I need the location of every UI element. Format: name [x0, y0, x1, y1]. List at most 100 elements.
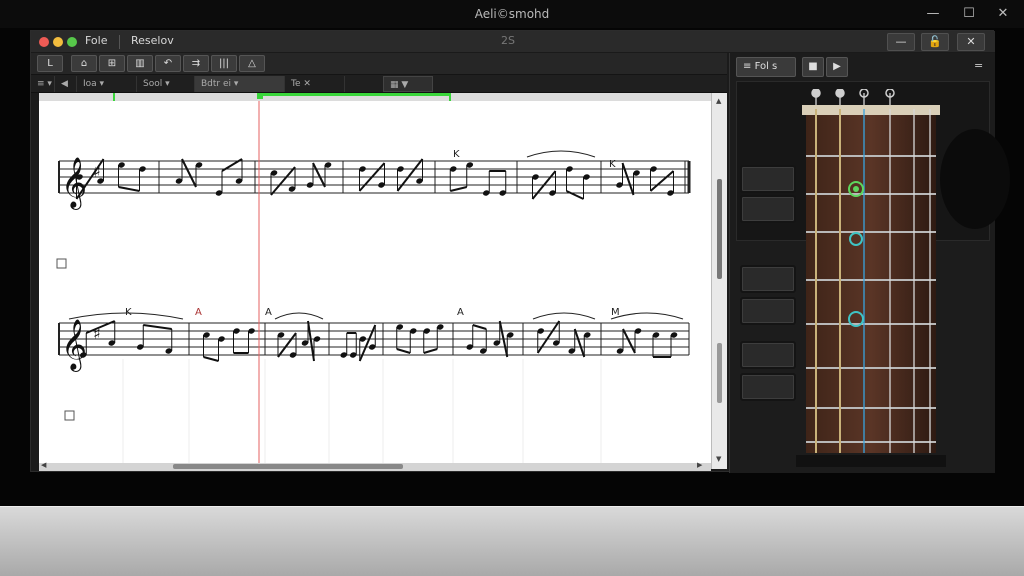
horizontal-scroll-thumb[interactable] [173, 464, 403, 469]
tool-grid-button[interactable]: ⊞ [99, 55, 125, 72]
horizontal-scrollbar[interactable]: ◀ ▶ [39, 461, 711, 471]
note-beam [396, 158, 424, 192]
app-close-button[interactable]: ✕ [957, 33, 985, 51]
monitor: Aeli©smohd — ☐ ✕ Fole Reselov 2S — 🔓 ✕ L… [0, 0, 1024, 576]
key-block-4[interactable] [740, 297, 796, 325]
menu-resolve[interactable]: Reselov [131, 34, 174, 47]
key-block-1[interactable] [740, 165, 796, 193]
panel-menu-icon[interactable]: = [974, 59, 983, 72]
note-beam [143, 324, 172, 330]
slur [532, 312, 596, 320]
sound-hole [940, 129, 1010, 229]
fret [806, 323, 936, 325]
note-beam [423, 348, 438, 354]
play-button[interactable]: ▶ [826, 57, 848, 77]
close-button[interactable]: ✕ [988, 4, 1018, 24]
staff-system-2: 𝄞 ♯ [58, 312, 690, 467]
system1-mark-1: K [453, 149, 460, 160]
system2-mark-2: A [195, 307, 202, 318]
score-canvas[interactable]: 𝄞 ♯ 𝄞 ♯ [39, 101, 711, 469]
scroll-left-icon[interactable]: ◀ [41, 461, 46, 469]
panel-eq-icon: ≡ [743, 61, 752, 72]
note-beam [621, 162, 635, 196]
key-block-6[interactable] [740, 373, 796, 401]
close-dot-icon[interactable] [39, 37, 49, 47]
scroll-up-icon[interactable]: ▲ [716, 97, 721, 105]
fret [806, 155, 936, 157]
tool-home-button[interactable]: ⌂ [71, 55, 97, 72]
zoom-dot-icon[interactable] [67, 37, 77, 47]
ruler-marker-end [449, 93, 451, 101]
slur [610, 312, 684, 320]
note-beam [358, 324, 377, 362]
os-titlebar: Aeli©smohd — ☐ ✕ [0, 0, 1024, 28]
menu-divider [119, 35, 120, 49]
tool-undo-button[interactable]: ↶ [155, 55, 181, 72]
score-area[interactable]: 𝄞 ♯ 𝄞 ♯ K K K A A A M [39, 101, 711, 469]
sub-io-dropdown[interactable]: Ioa ▾ [77, 76, 137, 92]
note-beam [573, 328, 586, 358]
vertical-scrollbar[interactable]: ▲ ▼ [711, 93, 727, 469]
tuning-peg-icon[interactable] [811, 89, 821, 98]
slur [274, 312, 324, 320]
fret [806, 441, 936, 443]
system2-mark-4: A [457, 307, 464, 318]
tool-triangle-button[interactable]: △ [239, 55, 265, 72]
ruler-loop-region[interactable] [259, 93, 451, 96]
fretboard-nut [802, 105, 940, 115]
fretboard-base [796, 455, 946, 467]
ruler-loop-handle[interactable] [257, 93, 263, 99]
sub-menu-dropdown[interactable]: ≡ ▾ [31, 76, 55, 92]
tool-pages-button[interactable]: ▥ [127, 55, 153, 72]
minimize-button[interactable]: — [918, 4, 948, 24]
app-center-label: 2S [501, 34, 515, 47]
stop-button[interactable]: ■ [802, 57, 824, 77]
app-header: Fole Reselov 2S — 🔓 ✕ [31, 31, 995, 53]
sub-edit-dropdown[interactable]: Bdtr ei ▾ [195, 76, 285, 92]
fretboard[interactable] [796, 89, 946, 473]
window-title: Aeli©smohd [474, 7, 550, 21]
note-beam [312, 162, 326, 188]
sub-view-dropdown[interactable]: ▦ ▼ [383, 76, 433, 92]
note-beam [536, 320, 561, 354]
tool-left-button[interactable]: L [37, 55, 63, 72]
treble-clef-icon: 𝄞 [61, 157, 87, 210]
monitor-chin [0, 506, 1024, 576]
maximize-button[interactable]: ☐ [954, 4, 984, 24]
tuning-peg-icon[interactable] [835, 89, 845, 98]
panel-mode-button[interactable]: ≡ Fol s [736, 57, 796, 77]
note-beam [622, 328, 636, 354]
vertical-scroll-thumb-2[interactable] [717, 343, 722, 403]
main-toolbar: L ⌂ ⊞ ▥ ↶ ⇉ ||| △ [31, 53, 727, 75]
sub-text-field[interactable]: Te ✕ [285, 76, 345, 92]
system2-mark-5: M [611, 307, 620, 318]
vertical-scroll-thumb[interactable] [717, 179, 722, 279]
key-block-2[interactable] [740, 195, 796, 223]
sub-speaker-button[interactable]: ◀ [55, 76, 77, 92]
tool-bars-button[interactable]: ||| [211, 55, 237, 72]
timeline-ruler[interactable] [39, 93, 711, 101]
staff-system-1: 𝄞 ♯ [58, 150, 691, 210]
scroll-right-icon[interactable]: ▶ [697, 461, 702, 469]
system-2-handle[interactable] [64, 410, 75, 421]
system-1-handle[interactable] [56, 258, 67, 269]
app-lock-button[interactable]: 🔓 [921, 33, 949, 51]
menu-file[interactable]: Fole [85, 34, 108, 47]
fretboard-panel: ≡ Fol s ■ ▶ = [729, 53, 1010, 473]
app-minimize-button[interactable]: — [887, 33, 915, 51]
minimize-dot-icon[interactable] [53, 37, 63, 47]
key-block-3[interactable] [740, 265, 796, 293]
fretboard-neck [806, 113, 936, 453]
sub-tool-dropdown[interactable]: Sool ▾ [137, 76, 195, 92]
key-block-5[interactable] [740, 341, 796, 369]
note-beam [203, 356, 219, 362]
system2-mark-3: A [265, 307, 272, 318]
ruler-marker-start [113, 93, 115, 101]
panel-mode-label: Fol s [754, 61, 778, 72]
scroll-down-icon[interactable]: ▼ [716, 455, 721, 463]
slur [526, 150, 596, 158]
tool-align-button[interactable]: ⇉ [183, 55, 209, 72]
fret [806, 407, 936, 409]
note-beam [181, 158, 197, 188]
note-beam [649, 170, 675, 192]
